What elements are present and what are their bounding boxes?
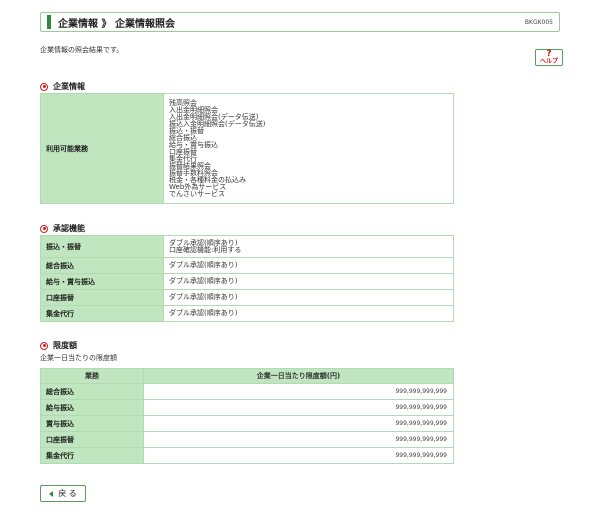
available-functions-label: 利用可能業務: [40, 93, 164, 204]
limits-heading: 限度額: [40, 340, 77, 351]
function-list: 残高照会 入出金明細照会 入出金明細照会(データ伝送) 振込入金明細照会(データ伝送)…: [169, 99, 448, 198]
table-row: 総合振込 ダブル承認(順序あり): [40, 257, 454, 274]
back-arrow-icon: [49, 490, 54, 497]
limit-amount: 999,999,999,999: [143, 399, 454, 416]
table-row: 口座振替 999,999,999,999: [40, 431, 454, 448]
page-description: 企業情報の照会結果です。: [40, 46, 124, 54]
approval-row-label: 集金代行: [40, 305, 164, 322]
approval-row-label: 総合振込: [40, 257, 164, 274]
table-row: 集金代行 999,999,999,999: [40, 447, 454, 464]
approval-row-value: ダブル承認(順序あり) 口座確認機能:利用する: [163, 235, 454, 258]
help-icon: ?: [546, 49, 552, 59]
limits-heading-text: 限度額: [53, 341, 77, 350]
table-row: 総合振込 999,999,999,999: [40, 383, 454, 400]
approval-heading: 承認機能: [40, 223, 85, 234]
approval-line: 口座確認機能:利用する: [169, 245, 242, 254]
table-row: 集金代行 ダブル承認(順序あり): [40, 305, 454, 322]
title-accent: [47, 15, 51, 29]
bullet-icon: [40, 341, 48, 350]
approval-row-label: 給与・賞与振込: [40, 273, 164, 290]
back-button-label: 戻 る: [58, 489, 77, 498]
approval-row-label: 振込・振替: [40, 235, 164, 258]
approval-line: ダブル承認(順序あり): [169, 277, 238, 285]
approval-line: ダブル承認(順序あり): [169, 293, 238, 301]
limit-row-label: 総合振込: [40, 383, 144, 400]
limit-amount: 999,999,999,999: [143, 431, 454, 448]
page-title: 企業情報 》 企業情報照会: [58, 18, 175, 30]
function-item: 口座振替: [169, 147, 197, 156]
table-row: 賞与振込 999,999,999,999: [40, 415, 454, 432]
approval-row-label: 口座振替: [40, 289, 164, 306]
column-header-business: 業務: [40, 368, 144, 384]
table-row: 給与振込 999,999,999,999: [40, 399, 454, 416]
screen-id: BKGK005: [524, 18, 553, 26]
column-header-limit: 企業一日当たり限度額(円): [143, 368, 454, 384]
function-item: でんさいサービス: [169, 189, 225, 198]
function-item: 振込入金明細照会(データ伝送): [169, 119, 266, 128]
limits-subtext: 企業一日当たりの限度額: [40, 354, 117, 362]
approval-table: 振込・振替 ダブル承認(順序あり) 口座確認機能:利用する 総合振込 ダブル承認(順序あ…: [40, 235, 454, 322]
table-row: 振込・振替 ダブル承認(順序あり) 口座確認機能:利用する: [40, 235, 454, 258]
approval-line: ダブル承認(順序あり): [169, 309, 238, 317]
company-info-heading-text: 企業情報: [53, 82, 85, 91]
limit-row-label: 口座振替: [40, 431, 144, 448]
page-title-bar: 企業情報 》 企業情報照会 BKGK005: [40, 12, 560, 32]
bullet-icon: [40, 82, 48, 91]
approval-line: ダブル承認(順序あり): [169, 261, 238, 269]
help-button[interactable]: ? ヘルプ: [535, 49, 563, 66]
bullet-icon: [40, 224, 48, 233]
approval-row-value: ダブル承認(順序あり): [163, 257, 454, 274]
limit-row-label: 賞与振込: [40, 415, 144, 432]
limit-amount: 999,999,999,999: [143, 415, 454, 432]
company-info-table: 利用可能業務 残高照会 入出金明細照会 入出金明細照会(データ伝送) 振込入金明細照会…: [40, 93, 454, 204]
function-item: 振込・振替: [169, 126, 204, 135]
function-item: 給与・賞与振込: [169, 140, 218, 149]
approval-row-value: ダブル承認(順序あり): [163, 273, 454, 290]
approval-heading-text: 承認機能: [53, 224, 85, 233]
limit-row-label: 集金代行: [40, 447, 144, 464]
back-button[interactable]: 戻 る: [40, 485, 86, 502]
limit-amount: 999,999,999,999: [143, 383, 454, 400]
limit-amount: 999,999,999,999: [143, 447, 454, 464]
limit-row-label: 給与振込: [40, 399, 144, 416]
table-row: 口座振替 ダブル承認(順序あり): [40, 289, 454, 306]
approval-row-value: ダブル承認(順序あり): [163, 289, 454, 306]
help-label: ヘルプ: [539, 58, 558, 65]
approval-row-value: ダブル承認(順序あり): [163, 305, 454, 322]
company-info-heading: 企業情報: [40, 81, 85, 92]
available-functions-cell: 残高照会 入出金明細照会 入出金明細照会(データ伝送) 振込入金明細照会(データ伝送)…: [163, 93, 454, 204]
table-row: 給与・賞与振込 ダブル承認(順序あり): [40, 273, 454, 290]
limits-table: 業務 企業一日当たり限度額(円) 総合振込 999,999,999,999 給与振込…: [40, 368, 454, 464]
